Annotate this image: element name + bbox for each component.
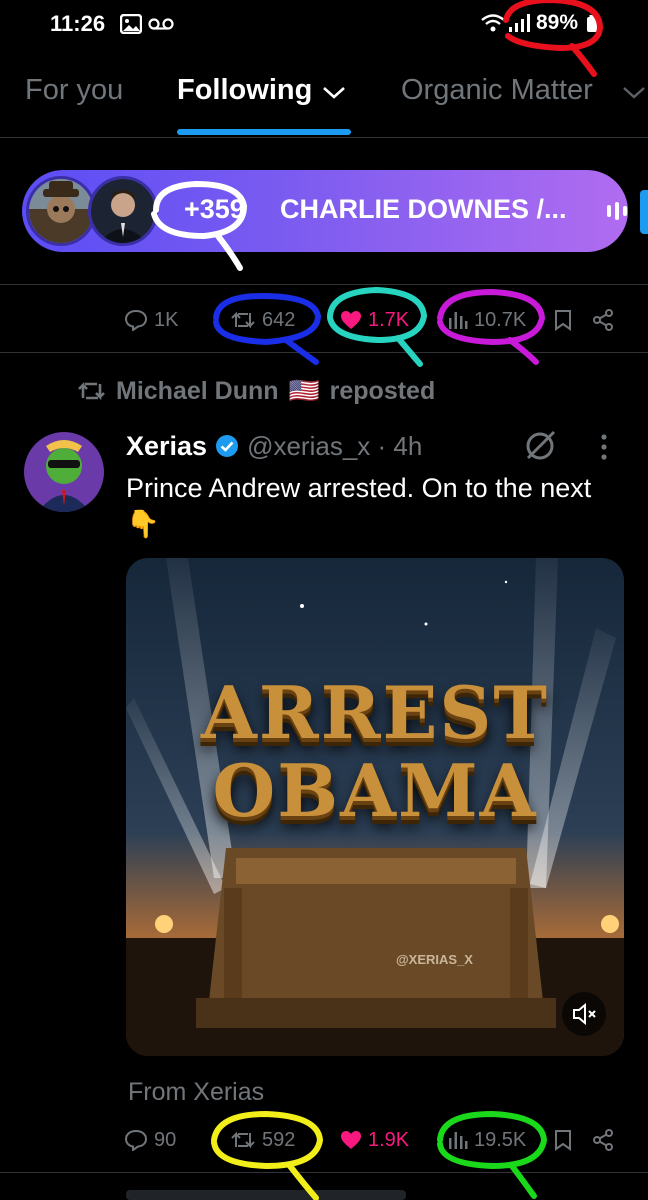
repost-banner: Michael Dunn 🇺🇸 reposted [76, 376, 435, 406]
view-count: 19.5K [474, 1128, 527, 1151]
author-handle[interactable]: @xerias_x · 4h [247, 431, 422, 462]
more-options-icon[interactable] [598, 432, 610, 462]
share-icon [593, 1129, 613, 1151]
media-headline-line1: ARREST [201, 670, 549, 755]
repost-button[interactable]: 592 [230, 1108, 295, 1172]
next-pill-edge[interactable] [640, 190, 648, 234]
tab-following[interactable]: Following [177, 74, 312, 107]
repost-button[interactable]: 642 [230, 288, 295, 352]
heart-icon [341, 1131, 361, 1149]
reply-icon [124, 309, 148, 331]
flag-emoji: 🇺🇸 [288, 376, 320, 405]
repost-icon [231, 311, 255, 329]
heart-icon [341, 311, 361, 329]
views-icon [449, 312, 468, 329]
next-post-preview [126, 1190, 406, 1200]
tab-organic-matter[interactable]: Organic Matter [401, 74, 593, 107]
views-button[interactable]: 10.7K [448, 288, 526, 352]
listener-count: +359 [184, 194, 245, 224]
speaker-avatar [88, 176, 158, 246]
share-button[interactable] [592, 1108, 614, 1172]
chevron-down-icon[interactable] [322, 86, 346, 100]
media-watermark: @XERIAS_X [396, 952, 473, 967]
battery-icon [587, 15, 597, 32]
view-count: 10.7K [474, 308, 527, 331]
tweet-text: Prince Andrew arrested. On to the next 👇 [126, 473, 592, 539]
divider [0, 352, 648, 353]
battery-percent: 89% [536, 11, 579, 34]
repost-count: 592 [262, 1128, 296, 1151]
tweet-header: Xerias @xerias_x · 4h [126, 428, 422, 464]
status-time: 11:26 [50, 11, 106, 36]
live-space-pill[interactable]: +359 CHARLIE DOWNES /... [22, 170, 628, 252]
repost-count: 642 [262, 308, 296, 331]
reply-button[interactable]: 1K [124, 288, 178, 352]
post-actions: 1K 642 1.7K 10.7K [0, 288, 648, 352]
share-button[interactable] [592, 288, 614, 352]
reply-count: 1K [154, 308, 179, 331]
share-icon [593, 309, 613, 331]
bookmark-button[interactable] [554, 1108, 572, 1172]
mute-button[interactable] [562, 992, 606, 1036]
mute-icon [573, 1002, 596, 1026]
wifi-icon [481, 14, 505, 32]
active-tab-indicator [177, 129, 351, 135]
author-avatar[interactable] [24, 432, 104, 512]
gallery-icon [120, 14, 142, 34]
tab-for-you[interactable]: For you [25, 74, 123, 107]
repost-icon [78, 381, 105, 401]
voicemail-icon [148, 18, 174, 30]
verified-badge-icon [216, 435, 239, 457]
like-count: 1.7K [368, 308, 410, 331]
divider [0, 284, 648, 285]
reply-button[interactable]: 90 [124, 1108, 176, 1172]
like-button[interactable]: 1.9K [340, 1108, 409, 1172]
divider [0, 1172, 648, 1173]
repost-suffix: reposted [329, 376, 436, 405]
timeline-tabs: For you Following Organic Matter [0, 60, 648, 138]
status-bar: 11:26 89% [0, 0, 648, 50]
space-title: CHARLIE DOWNES /... [280, 194, 567, 224]
like-count: 1.9K [368, 1128, 410, 1151]
tweet-media[interactable]: ARREST OBAMA @XERIAS_X [126, 558, 624, 1056]
reply-count: 90 [154, 1128, 177, 1151]
chevron-down-icon[interactable] [622, 86, 646, 100]
reply-icon [124, 1129, 148, 1151]
host-avatar [26, 176, 96, 246]
grok-icon[interactable] [522, 428, 558, 464]
like-button[interactable]: 1.7K [340, 288, 409, 352]
views-button[interactable]: 19.5K [448, 1108, 526, 1172]
reposter-name[interactable]: Michael Dunn [116, 377, 279, 406]
repost-icon [231, 1131, 255, 1149]
bookmark-icon [555, 310, 571, 331]
media-headline-line2: OBAMA [212, 748, 538, 833]
bookmark-icon [555, 1130, 571, 1151]
bookmark-button[interactable] [554, 288, 572, 352]
from-label[interactable]: From Xerias [128, 1078, 264, 1107]
views-icon [449, 1132, 468, 1149]
signal-icon [509, 14, 530, 32]
live-audio-icon [607, 202, 627, 220]
post-actions: 90 592 1.9K 19.5K [0, 1108, 648, 1172]
author-name[interactable]: Xerias [126, 431, 207, 462]
